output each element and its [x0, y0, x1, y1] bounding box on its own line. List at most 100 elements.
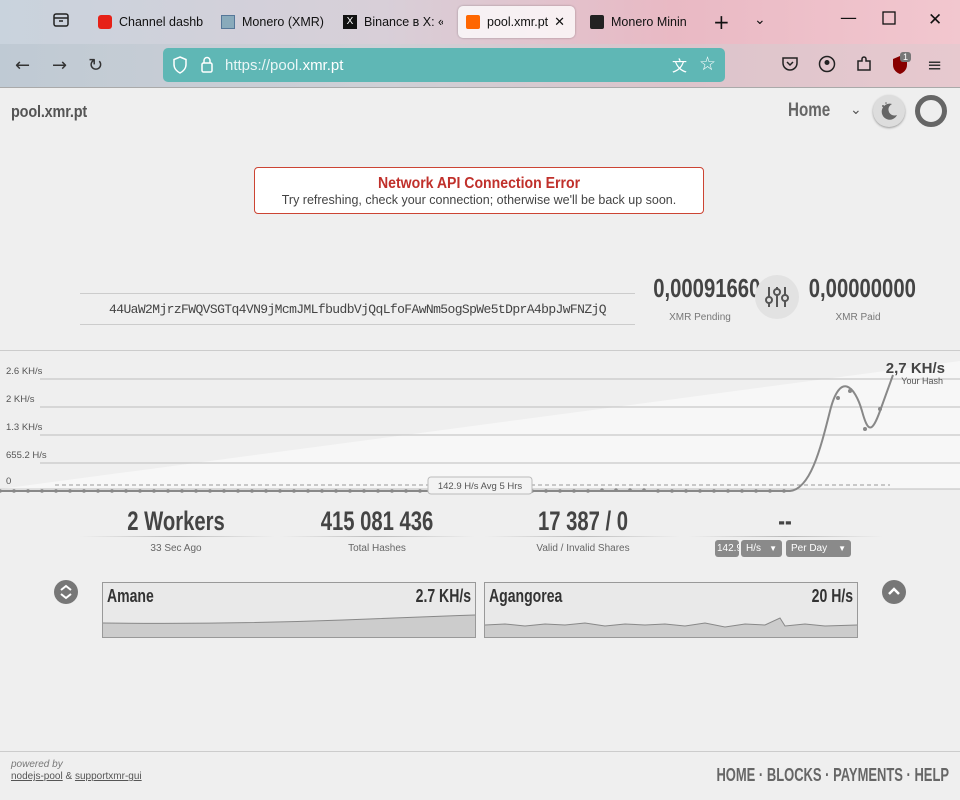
chart-y-tick-label: 2 KH/s: [6, 394, 35, 405]
total-hashes-label: Total Hashes: [348, 543, 406, 554]
chart-point: [110, 489, 114, 493]
hamburger-menu-icon[interactable]: ≡: [927, 55, 942, 77]
chart-point: [278, 489, 282, 493]
url-bar[interactable]: https://pool.xmr.pt 文 ☆: [163, 48, 725, 82]
tab-list-chevron-icon[interactable]: ⌄: [754, 12, 766, 28]
chevron-down-icon: ▼: [769, 544, 777, 553]
worker-sparkline: [103, 614, 475, 637]
pocket-icon[interactable]: [781, 55, 799, 79]
worker-card-amane[interactable]: Amane 2.7 KH/s: [102, 582, 476, 638]
chart-y-tick-label: 2.6 KH/s: [6, 366, 43, 377]
footer: powered by nodejs-pool & supportxmr-gui …: [0, 751, 960, 800]
new-tab-icon[interactable]: +: [713, 10, 730, 34]
chart-point: [96, 489, 100, 493]
chart-point: [642, 488, 646, 492]
chart-point: [782, 489, 786, 493]
extensions-icon[interactable]: [855, 55, 873, 79]
chart-point: [124, 489, 128, 493]
chart-series-name: Your Hash: [901, 376, 943, 386]
wallet-address[interactable]: 44UaW2MjrzFWQVSGTq4VN9jMcmJMLfbudbVjQqLf…: [80, 293, 635, 325]
chart-point: [544, 489, 548, 493]
error-message: Try refreshing, check your connection; o…: [281, 193, 677, 207]
chart-point: [698, 489, 702, 493]
worker-card-agangorea[interactable]: Agangorea 20 H/s: [484, 582, 858, 638]
minimize-icon[interactable]: —: [840, 8, 857, 28]
chart-point: [848, 389, 852, 393]
chart-point: [614, 488, 618, 492]
pending-amount: 0,00091660: [653, 273, 761, 303]
tab-label: Binance в X: «: [364, 15, 443, 29]
nodejs-pool-link[interactable]: nodejs-pool: [11, 771, 63, 782]
chevron-down-icon[interactable]: ⌄: [850, 102, 862, 118]
browser-tab-bar: Channel dashb Monero (XMR) X Binance в X…: [0, 0, 960, 44]
collapse-up-button[interactable]: [882, 580, 906, 604]
extension-badge: 1: [900, 52, 912, 62]
theme-toggle-button[interactable]: [873, 95, 905, 127]
monero-icon: [221, 15, 235, 29]
footer-nav[interactable]: HOME · BLOCKS · PAYMENTS · HELP: [716, 765, 949, 786]
sort-workers-button[interactable]: [54, 580, 78, 604]
calc-period-label: Per Day: [791, 543, 828, 554]
supportxmr-gui-link[interactable]: supportxmr-gui: [75, 771, 142, 782]
close-window-icon[interactable]: ✕: [928, 10, 942, 30]
tab-overview-icon[interactable]: [52, 11, 70, 34]
workers-count: 2 Workers: [127, 506, 225, 536]
chart-point: [334, 489, 338, 493]
maximize-icon[interactable]: [882, 10, 896, 30]
ampersand: &: [65, 771, 73, 782]
chart-background-wedge: [0, 361, 960, 489]
chart-point: [152, 489, 156, 493]
translate-icon[interactable]: 文: [672, 55, 687, 76]
loading-spinner-icon: [915, 95, 947, 127]
site-logo[interactable]: pool.xmr.pt: [11, 102, 87, 122]
tab-binance-x[interactable]: X Binance в X: «: [343, 6, 443, 38]
close-tab-icon[interactable]: ✕: [554, 14, 565, 30]
forward-arrow-icon[interactable]: →: [52, 55, 67, 77]
paid-label: XMR Paid: [835, 312, 881, 323]
tab-monero-mining[interactable]: Monero Minin: [590, 6, 690, 38]
calc-unit-label: H/s: [746, 543, 761, 554]
calc-unit-select[interactable]: H/s ▼: [741, 540, 782, 557]
pending-label: XMR Pending: [669, 312, 731, 323]
x-icon: X: [343, 15, 357, 29]
pool-icon: [466, 15, 480, 29]
chart-point: [628, 488, 632, 492]
powered-by-label: powered by: [11, 759, 63, 770]
tab-label: Channel dashb: [119, 15, 204, 29]
chart-point: [376, 489, 380, 493]
chart-point: [836, 396, 840, 400]
divider: [280, 536, 475, 537]
sliders-icon: [765, 287, 789, 307]
calc-hashrate-input[interactable]: 142.9: [715, 540, 739, 557]
chart-point: [68, 489, 72, 493]
url-text[interactable]: https://pool.xmr.pt: [225, 57, 343, 74]
bookmark-star-icon[interactable]: ☆: [699, 53, 716, 75]
reload-icon[interactable]: ↻: [88, 55, 103, 77]
lock-icon[interactable]: [200, 56, 214, 78]
divider: [80, 536, 275, 537]
chart-point: [600, 488, 604, 492]
chart-point: [208, 489, 212, 493]
powered-by-links: nodejs-pool & supportxmr-gui: [11, 771, 142, 782]
tab-pool-xmr[interactable]: pool.xmr.pt ✕: [458, 6, 575, 38]
refresh-arrows-icon: [60, 584, 72, 600]
calc-period-select[interactable]: Per Day ▼: [786, 540, 851, 557]
tab-channel-dashboard[interactable]: Channel dashb: [98, 6, 210, 38]
chart-point: [26, 489, 30, 493]
divider: [485, 536, 680, 537]
chart-point: [390, 489, 394, 493]
chart-y-tick-label: 0: [6, 476, 11, 487]
chart-point: [754, 489, 758, 493]
chart-point: [418, 489, 422, 493]
tab-monero-xmr[interactable]: Monero (XMR): [221, 6, 331, 38]
shield-icon[interactable]: [172, 56, 188, 79]
settings-sliders-button[interactable]: [755, 275, 799, 319]
home-menu[interactable]: Home: [788, 100, 830, 122]
chart-point: [138, 489, 142, 493]
chart-point: [712, 489, 716, 493]
back-arrow-icon[interactable]: ←: [15, 55, 30, 77]
account-icon[interactable]: [818, 55, 836, 79]
chart-point: [863, 427, 867, 431]
chart-point: [768, 489, 772, 493]
divider: [688, 536, 883, 537]
